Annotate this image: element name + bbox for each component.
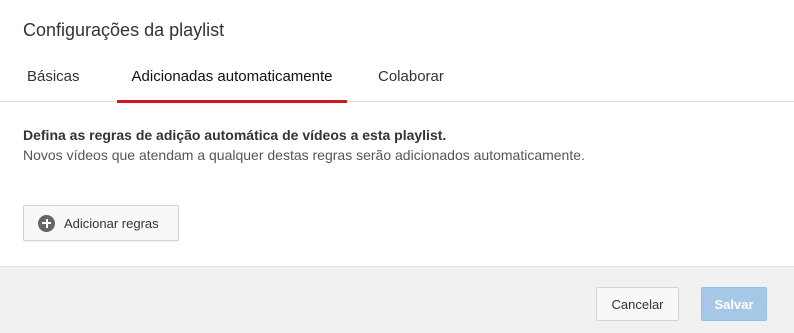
cancel-button[interactable]: Cancelar: [596, 287, 679, 321]
description-heading: Defina as regras de adição automática de…: [23, 127, 447, 143]
tab-colaborar[interactable]: Colaborar: [378, 56, 452, 101]
tab-adicionadas-automaticamente[interactable]: Adicionadas automaticamente: [117, 56, 347, 103]
auto-add-description: Defina as regras de adição automática de…: [23, 125, 763, 165]
dialog-footer: Cancelar Salvar: [0, 266, 794, 333]
tab-label: Colaborar: [378, 68, 444, 85]
tab-basicas[interactable]: Básicas: [27, 56, 85, 101]
add-rules-label: Adicionar regras: [64, 215, 159, 231]
tab-bar: Básicas Adicionadas automaticamente Cola…: [0, 56, 794, 103]
dialog-title: Configurações da playlist: [23, 20, 225, 40]
add-rules-button[interactable]: Adicionar regras: [23, 205, 179, 241]
tab-label: Básicas: [27, 68, 80, 85]
description-text: Novos vídeos que atendam a qualquer dest…: [23, 147, 585, 163]
playlist-settings-dialog: Configurações da playlist Básicas Adicio…: [0, 0, 794, 333]
plus-circle-icon: [38, 214, 55, 232]
save-button[interactable]: Salvar: [701, 287, 767, 321]
tab-label: Adicionadas automaticamente: [131, 68, 333, 85]
